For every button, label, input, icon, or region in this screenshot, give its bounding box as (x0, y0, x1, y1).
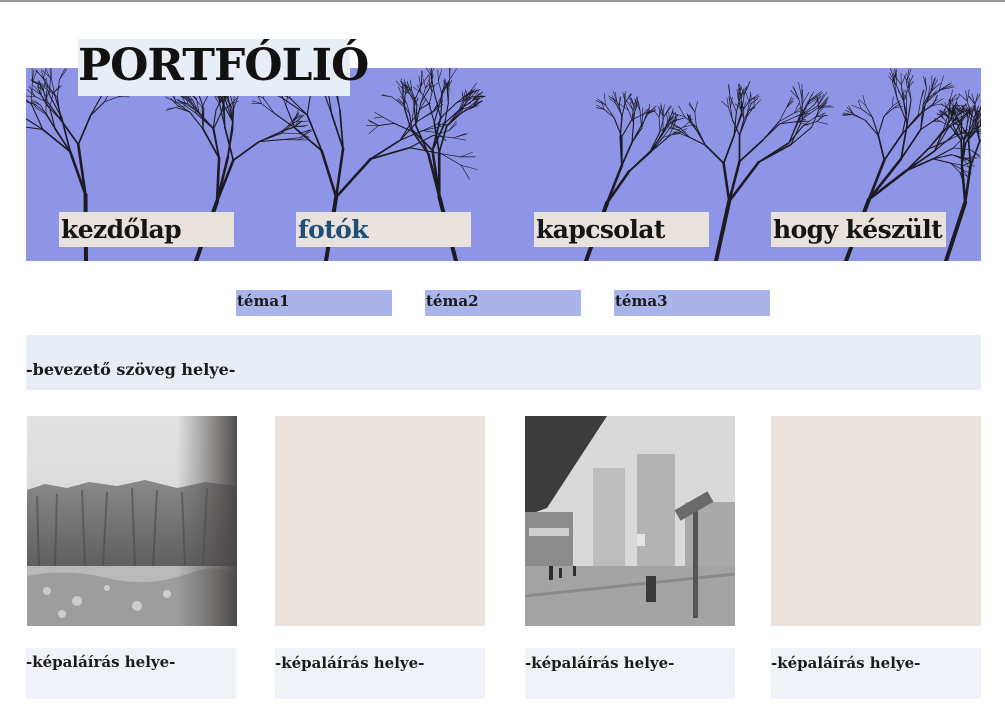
gallery-photo-placeholder[interactable] (275, 416, 485, 626)
page-title: PORTFÓLIÓ (78, 40, 369, 91)
topic-tab-3[interactable]: téma3 (614, 290, 770, 316)
gallery-caption: -képaláírás helye- (26, 648, 236, 699)
gallery-caption: -képaláírás helye- (525, 648, 735, 699)
topic-label: téma2 (426, 292, 479, 310)
nav-item-kezdolap[interactable]: kezdőlap (59, 212, 234, 247)
caption-text: -képaláírás helye- (26, 653, 176, 671)
intro-text: -bevezető szöveg helye- (26, 360, 236, 379)
caption-text: -képaláírás helye- (771, 654, 921, 672)
gallery-caption: -képaláírás helye- (771, 648, 981, 699)
topic-label: téma1 (237, 292, 290, 310)
foggy-city-image (525, 416, 735, 626)
topic-tab-1[interactable]: téma1 (236, 290, 392, 316)
nav-item-label: fotók (298, 215, 369, 244)
nav-item-label: kezdőlap (61, 215, 182, 244)
gallery-caption: -képaláírás helye- (275, 648, 485, 699)
intro-text-placeholder: -bevezető szöveg helye- (26, 335, 981, 390)
nav-item-kapcsolat[interactable]: kapcsolat (534, 212, 709, 247)
gallery-photo-placeholder[interactable] (771, 416, 981, 626)
topic-label: téma3 (615, 292, 668, 310)
caption-text: -képaláírás helye- (525, 654, 675, 672)
gallery-photo-city[interactable] (525, 416, 735, 626)
nav-item-label: hogy készült (773, 215, 943, 244)
nav-item-fotok[interactable]: fotók (296, 212, 471, 247)
cliff-landscape-image (27, 416, 237, 626)
caption-text: -képaláírás helye- (275, 654, 425, 672)
nav-item-hogy-keszult[interactable]: hogy készült (771, 212, 946, 247)
topic-tab-2[interactable]: téma2 (425, 290, 581, 316)
nav-item-label: kapcsolat (536, 215, 665, 244)
page-border (0, 0, 1005, 2)
gallery-photo-cliff[interactable] (27, 416, 237, 626)
